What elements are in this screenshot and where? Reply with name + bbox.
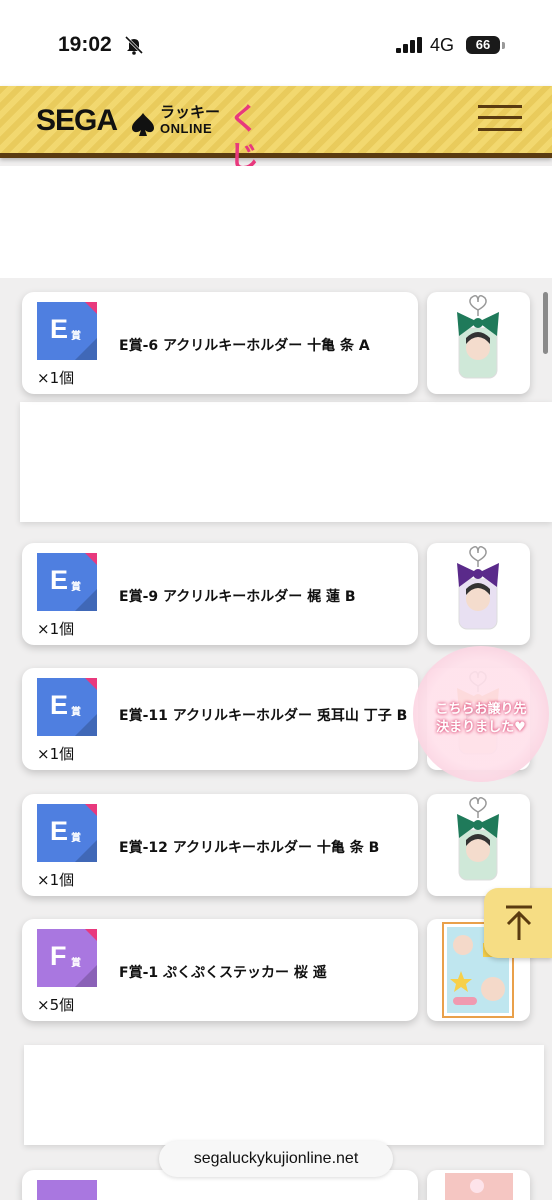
prize-thumbnail[interactable]: [427, 794, 530, 896]
scrollbar[interactable]: [543, 292, 548, 354]
network-type: 4G: [430, 35, 455, 55]
prize-card[interactable]: F 賞 ×5個 F賞-1 ぷくぷくステッカー 桜 遥: [22, 919, 418, 1021]
prize-card[interactable]: E 賞 ×1個 E賞-11 アクリルキーホルダー 兎耳山 丁子 B: [22, 668, 418, 770]
acrylic-keychain-green-bow-icon: [457, 797, 499, 881]
prize-name: E賞-11 アクリルキーホルダー 兎耳山 丁子 B: [119, 708, 408, 724]
status-time: 19:02: [58, 33, 112, 56]
reserved-sticker-line2: 決まりました♥: [436, 720, 526, 735]
prize-name: F賞-1 ぷくぷくステッカー 桜 遥: [119, 965, 327, 981]
grade-sho-label: 賞: [71, 707, 81, 718]
grade-letter: E: [50, 690, 69, 720]
prize-name: E賞-6 アクリルキーホルダー 十亀 条 A: [119, 338, 370, 354]
prize-name: E賞-9 アクリルキーホルダー 梶 蓮 B: [119, 589, 356, 605]
ad-space-top: [0, 166, 552, 278]
prize-quantity: ×1個: [37, 745, 75, 763]
hamburger-menu-icon[interactable]: [478, 102, 522, 134]
bell-off-icon: [124, 35, 144, 55]
logo-online-text: ONLINE: [160, 121, 213, 136]
grade-sho-label: 賞: [71, 582, 81, 593]
logo-sega-text: SEGA: [36, 104, 118, 137]
grade-badge: E賞: [37, 678, 97, 736]
prize-quantity: ×1個: [37, 369, 75, 387]
grade-badge: F賞: [37, 929, 97, 987]
grade-badge: E賞: [37, 804, 97, 862]
grade-badge: E賞: [37, 553, 97, 611]
prize-thumbnail[interactable]: [427, 292, 530, 394]
prize-thumbnail-partial[interactable]: [427, 1170, 530, 1200]
acrylic-keychain-green-bow-icon: [457, 295, 499, 379]
back-to-top-button[interactable]: [484, 888, 552, 958]
sega-lucky-kuji-logo[interactable]: SEGA ラッキー ONLINE くじ: [36, 102, 286, 175]
grade-sho-label: 賞: [71, 331, 81, 342]
prize-quantity: ×5個: [37, 996, 75, 1014]
arrow-up-icon: [506, 905, 532, 940]
prize-card[interactable]: E 賞 ×1個 E賞-6 アクリルキーホルダー 十亀 条 A: [22, 292, 418, 394]
grade-letter: E: [50, 816, 69, 846]
ad-space-middle: [20, 402, 552, 522]
signal-strength-icon: [396, 37, 422, 53]
prize-card[interactable]: E 賞 ×1個 E賞-12 アクリルキーホルダー 十亀 条 B: [22, 794, 418, 896]
spade-icon: [132, 113, 154, 136]
grade-letter: E: [50, 565, 69, 595]
reserved-sticker-overlay: こちらお譲り先 決まりました♥: [413, 646, 549, 782]
prize-name: E賞-12 アクリルキーホルダー 十亀 条 B: [119, 840, 380, 856]
battery-icon: 66: [466, 36, 500, 54]
prize-card[interactable]: E 賞 ×1個 E賞-9 アクリルキーホルダー 梶 蓮 B: [22, 543, 418, 645]
grade-sho-label: 賞: [71, 958, 81, 969]
sticker-sheet-icon: [445, 1173, 513, 1200]
acrylic-keychain-purple-bow-icon: [457, 546, 499, 630]
grade-letter: F: [50, 941, 67, 971]
grade-letter: E: [50, 314, 69, 344]
reserved-sticker-line1: こちらお譲り先: [435, 702, 527, 717]
grade-badge: [37, 1180, 97, 1200]
battery-tip: [502, 42, 505, 49]
status-bar: 19:02 4G 66: [0, 0, 552, 86]
ad-space-bottom: [24, 1045, 544, 1145]
site-header: SEGA ラッキー ONLINE くじ: [0, 86, 552, 175]
prize-thumbnail[interactable]: [427, 543, 530, 645]
prize-quantity: ×1個: [37, 871, 75, 889]
logo-lucky-text: ラッキー: [160, 103, 221, 121]
grade-sho-label: 賞: [71, 833, 81, 844]
url-bar[interactable]: segaluckykujionline.net: [159, 1141, 393, 1177]
prize-quantity: ×1個: [37, 620, 75, 638]
grade-badge: E賞: [37, 302, 97, 360]
